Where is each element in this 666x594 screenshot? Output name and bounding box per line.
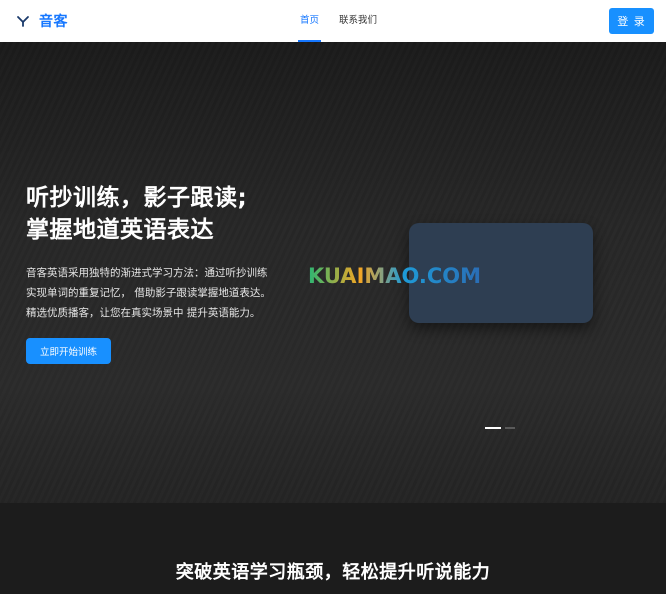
- start-training-button[interactable]: 立即开始训练: [26, 338, 111, 364]
- hero-desc-line-3: 精选优质播客，让您在真实场景中 提升英语能力。: [26, 307, 261, 319]
- carousel-dot-1[interactable]: [485, 427, 501, 429]
- login-button[interactable]: 登 录: [609, 8, 654, 34]
- main-nav: 首页 联系我们: [290, 0, 387, 42]
- brand-name: 音客: [39, 14, 68, 30]
- hero-description: 音客英语采用独特的渐进式学习方法：通过听抄训练 实现单词的重复记忆， 借助影子跟…: [26, 263, 326, 323]
- carousel-dot-2[interactable]: [505, 427, 515, 429]
- hero-desc-line-1: 音客英语采用独特的渐进式学习方法：通过听抄训练: [26, 267, 268, 279]
- watermark-text: KUAIMAO.COM: [308, 264, 481, 288]
- section-title: 突破英语学习瓶颈，轻松提升听说能力: [175, 562, 491, 583]
- hero-title: 听抄训练，影子跟读; 掌握地道英语表达: [26, 182, 247, 246]
- brand-logo[interactable]: 音客: [16, 11, 68, 31]
- features-section: 突破英语学习瓶颈，轻松提升听说能力: [0, 503, 666, 594]
- watermark-logo: KUAIMAO.COM: [308, 264, 481, 288]
- nav-item-contact[interactable]: 联系我们: [329, 0, 387, 42]
- carousel-indicators: [485, 427, 515, 429]
- hero-banner: 听抄训练，影子跟读; 掌握地道英语表达 音客英语采用独特的渐进式学习方法：通过听…: [0, 42, 666, 503]
- nav-item-home[interactable]: 首页: [290, 0, 329, 42]
- top-header: 音客 首页 联系我们 登 录: [0, 0, 666, 42]
- brand-logo-icon: [17, 16, 29, 27]
- hero-desc-line-2: 实现单词的重复记忆， 借助影子跟读掌握地道表达。: [26, 287, 271, 299]
- hero-title-line-1: 听抄训练，影子跟读;: [26, 185, 248, 211]
- hero-title-line-2: 掌握地道英语表达: [26, 217, 214, 243]
